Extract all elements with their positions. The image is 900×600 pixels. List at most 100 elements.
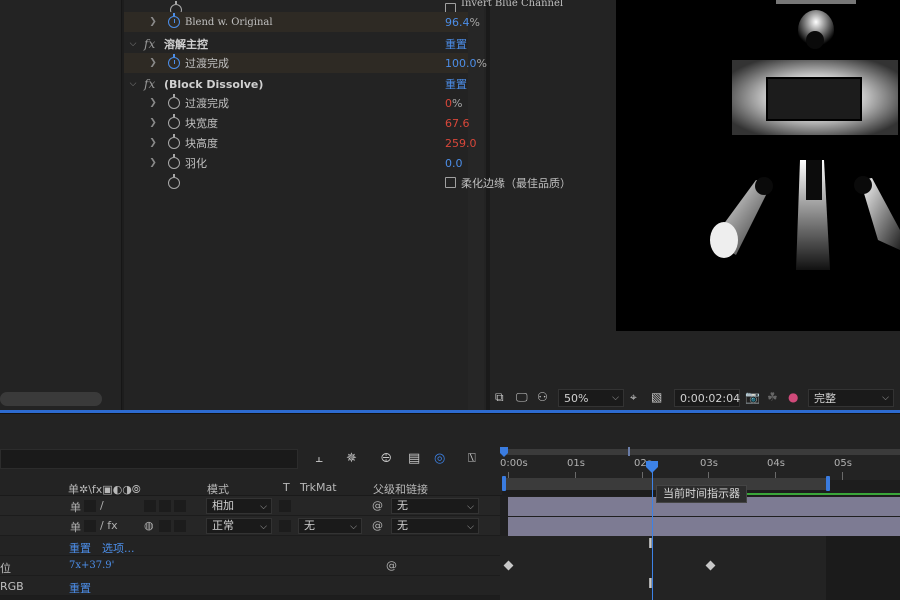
project-panel-scrollbar[interactable] — [0, 392, 102, 406]
stopwatch-icon[interactable] — [168, 94, 180, 109]
prop-value[interactable]: 67.6 — [445, 117, 470, 130]
region-icon[interactable]: ▧ — [651, 390, 662, 404]
motion-blur-icon[interactable]: ◎ — [434, 451, 445, 466]
stopwatch-icon[interactable] — [168, 114, 180, 129]
time-navigator-start-handle[interactable] — [500, 447, 510, 457]
prop-label: 过渡完成 — [185, 97, 229, 110]
collapse-arrow-icon[interactable]: ⌵ — [128, 79, 138, 89]
pick-whip-icon[interactable]: @ — [372, 519, 383, 532]
mode-dropdown[interactable]: 相加 ⌵ — [206, 498, 272, 514]
timeline-search-input[interactable] — [0, 449, 298, 469]
stopwatch-icon[interactable] — [168, 134, 180, 149]
current-time-indicator-line[interactable] — [652, 472, 653, 600]
prop-value[interactable]: 259.0 — [445, 137, 477, 150]
t-column-header[interactable]: T — [283, 481, 290, 494]
shy-switch-icon[interactable]: 单 — [70, 519, 81, 535]
effect-prop-row[interactable]: ❯ 过渡完成 100.0% — [124, 53, 487, 73]
zoom-dropdown[interactable]: 50% ⌵ — [558, 389, 624, 407]
mask-icon[interactable]: ⚇ — [537, 390, 548, 404]
position-value[interactable]: 7x+37.9' — [69, 560, 114, 571]
reset-link[interactable]: 重置 — [445, 76, 467, 92]
ruler-label: 03s — [700, 458, 718, 469]
layer-duration-bar[interactable] — [508, 517, 900, 536]
prop-value[interactable]: 0.0 — [445, 157, 463, 170]
expand-arrow-icon[interactable]: ❯ — [148, 138, 158, 148]
current-time-indicator-head[interactable] — [646, 461, 658, 473]
timeline-ruler[interactable] — [500, 414, 900, 480]
range-end-handle[interactable] — [826, 476, 830, 491]
switch-cell[interactable] — [174, 520, 186, 532]
effect-prop-row[interactable]: 柔化边缘（最佳品质） — [124, 173, 571, 193]
effect-prop-row[interactable]: ❯ 过渡完成 0% — [124, 93, 468, 113]
parent-dropdown[interactable]: 无 ⌵ — [391, 518, 479, 534]
collapse-arrow-icon[interactable]: ⌵ — [128, 39, 138, 49]
expand-arrow-icon[interactable]: ❯ — [148, 17, 158, 27]
soft-edges-checkbox[interactable] — [445, 177, 456, 188]
mode-column-header[interactable]: 模式 — [207, 481, 229, 497]
switch-cell[interactable] — [144, 500, 156, 512]
pick-whip-icon[interactable]: @ — [386, 559, 397, 572]
expand-arrow-icon[interactable]: ❯ — [148, 118, 158, 128]
color-icon[interactable]: ● — [788, 390, 798, 404]
quality-fx-switch-icon[interactable]: / fx — [100, 519, 118, 532]
expand-arrow-icon[interactable]: ❯ — [148, 158, 158, 168]
composition-flowchart-icon[interactable]: ⫠ — [315, 451, 323, 466]
switch-cell[interactable] — [159, 500, 171, 512]
work-area-bar[interactable] — [504, 449, 900, 455]
shy-switch-icon[interactable]: 单 — [70, 499, 81, 515]
reset-link[interactable]: 重置 — [69, 580, 91, 596]
work-area-marker[interactable] — [628, 447, 630, 456]
shy-layers-icon[interactable]: ⨸ — [381, 451, 391, 466]
effect-prop-row[interactable]: ❯ 羽化 0.0 — [124, 153, 468, 173]
channel-icon[interactable]: ☘ — [767, 390, 778, 404]
stopwatch-icon[interactable] — [168, 174, 180, 189]
stopwatch-icon[interactable] — [168, 54, 180, 69]
effect-prop-row[interactable]: ❯ 块宽度 67.6 — [124, 113, 470, 133]
parent-dropdown[interactable]: 无 ⌵ — [391, 498, 479, 514]
quality-switch-icon[interactable]: / — [100, 499, 104, 512]
range-start-handle[interactable] — [502, 476, 506, 491]
preserve-transparency-cell[interactable] — [279, 500, 291, 512]
switch-cell[interactable] — [159, 520, 171, 532]
prop-value[interactable]: 0% — [445, 97, 462, 110]
always-preview-icon[interactable]: ⧉ — [495, 390, 504, 405]
expand-arrow-icon[interactable]: ❯ — [148, 58, 158, 68]
fx-icon[interactable]: fx — [144, 37, 155, 51]
layer-row[interactable]: 单 / fx ◍ 正常 ⌵ 无 ⌵ @ 无 ⌵ — [0, 516, 502, 536]
effect-prop-row[interactable]: ❯ Blend w. Original 96.4% — [124, 12, 480, 32]
stopwatch-icon[interactable] — [168, 154, 180, 169]
camera-icon[interactable]: 📷 — [745, 390, 760, 404]
stopwatch-icon[interactable] — [168, 13, 180, 28]
prop-value[interactable]: 100.0% — [445, 57, 487, 70]
parent-column-header[interactable]: 父级和链接 — [373, 481, 428, 497]
switches-column-header[interactable]: 单✲\fx▣◐◑⦾ — [68, 481, 141, 497]
resolution-dropdown[interactable]: 完整 ⌵ — [808, 389, 894, 407]
preserve-transparency-cell[interactable] — [279, 520, 291, 532]
grid-icon[interactable]: ⌖ — [630, 390, 637, 405]
draft-3d-icon[interactable]: ✵ — [346, 451, 357, 466]
adjustment-switch-icon[interactable]: ◍ — [144, 519, 154, 532]
effect-prop-row[interactable]: ❯ 块高度 259.0 — [124, 133, 477, 153]
fx-icon[interactable]: fx — [144, 77, 155, 91]
layer-row[interactable]: 单 / 相加 ⌵ @ 无 ⌵ — [0, 496, 502, 516]
switch-cell[interactable] — [84, 520, 96, 532]
frame-blending-icon[interactable]: ▤ — [408, 451, 420, 466]
switch-cell[interactable] — [84, 500, 96, 512]
reset-link[interactable]: 重置 — [445, 36, 467, 52]
chevron-down-icon: ⌵ — [260, 522, 267, 532]
reset-link[interactable]: 重置 — [69, 540, 91, 556]
expand-arrow-icon[interactable]: ❯ — [148, 98, 158, 108]
mode-dropdown[interactable]: 正常 ⌵ — [206, 518, 272, 534]
monitor-icon[interactable]: 🖵 — [516, 390, 528, 405]
trkmat-dropdown[interactable]: 无 ⌵ — [298, 518, 362, 534]
switch-cell[interactable] — [174, 500, 186, 512]
composition-viewer[interactable] — [616, 0, 900, 331]
graph-editor-icon[interactable]: ⍂ — [468, 451, 476, 466]
options-link[interactable]: 选项... — [102, 540, 135, 556]
effect-header-dissolve-master[interactable]: ⌵ fx 溶解主控 重置 — [124, 34, 468, 54]
prop-value[interactable]: 96.4% — [445, 16, 480, 29]
trkmat-column-header[interactable]: TrkMat — [300, 481, 337, 494]
pick-whip-icon[interactable]: @ — [372, 499, 383, 512]
effect-header-block-dissolve[interactable]: ⌵ fx (Block Dissolve) 重置 — [124, 74, 468, 94]
timecode-display[interactable]: 0:00:02:04 — [674, 389, 740, 407]
